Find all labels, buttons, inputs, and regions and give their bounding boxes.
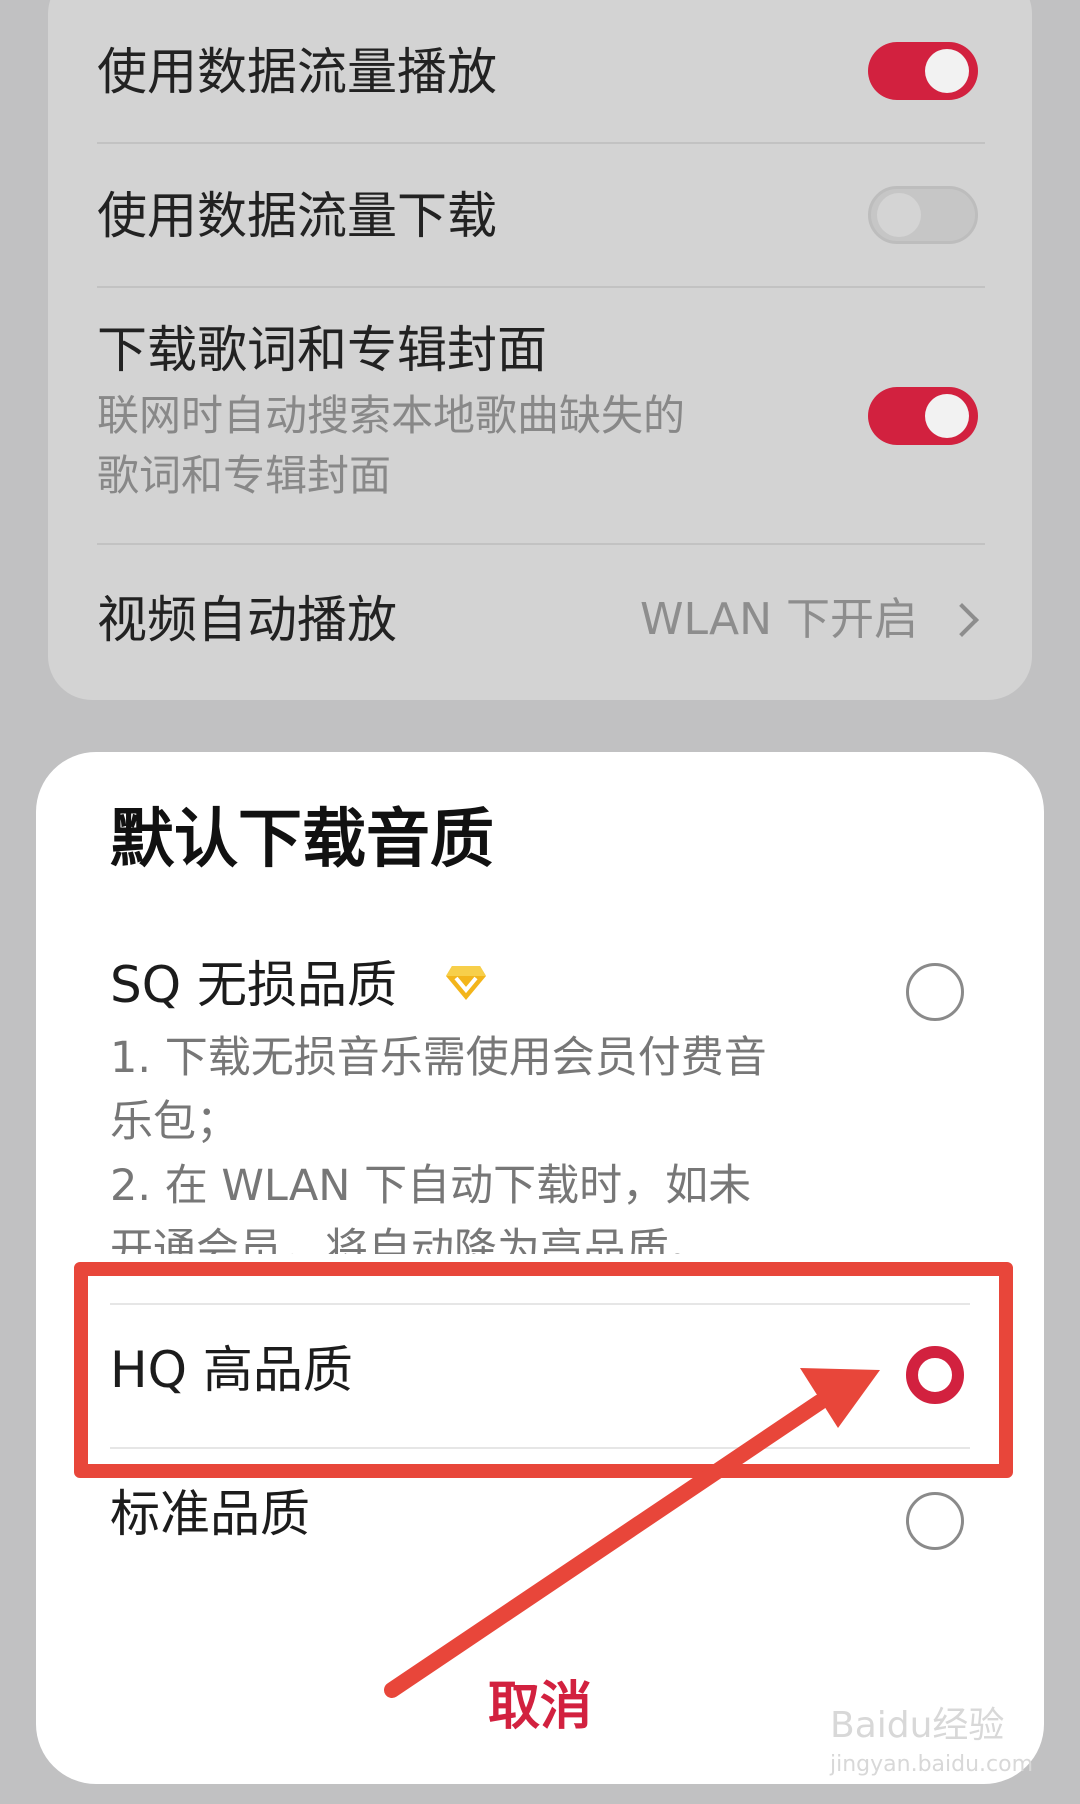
video-autoplay-value: WLAN 下开启 <box>640 594 919 645</box>
cancel-button[interactable]: 取消 <box>440 1672 640 1742</box>
setting-row-mobile-download[interactable]: 使用数据流量下载 <box>97 186 985 246</box>
setting-desc: 联网时自动搜索本地歌曲缺失的 <box>97 391 686 440</box>
watermark-url: jingyan.baidu.com <box>830 1752 1034 1777</box>
toggle-knob <box>925 394 969 438</box>
toggle-knob <box>877 193 921 237</box>
toggle-knob <box>925 49 969 93</box>
option-sq-radio[interactable] <box>906 963 964 1021</box>
setting-row-lyrics-cover[interactable]: 下载歌词和专辑封面 联网时自动搜索本地歌曲缺失的 歌词和专辑封面 <box>97 320 985 506</box>
lyrics-cover-toggle[interactable] <box>868 387 978 445</box>
setting-title: 使用数据流量下载 <box>97 187 497 245</box>
mobile-data-download-toggle[interactable] <box>868 186 978 244</box>
divider <box>97 543 985 545</box>
dialog-title: 默认下载音质 <box>110 803 494 877</box>
option-sq-desc: 1. 下载无损音乐需使用会员付费音 乐包； 2. 在 WLAN 下自动下载时，如… <box>110 1026 850 1254</box>
option-sq-title[interactable]: SQ 无损品质 <box>110 955 397 1015</box>
mobile-data-play-toggle[interactable] <box>868 42 978 100</box>
desc-line: 1. 下载无损音乐需使用会员付费音 <box>110 1033 767 1083</box>
divider <box>97 142 985 144</box>
watermark-logo: Baidu经验 <box>830 1705 1005 1746</box>
setting-title: 下载歌词和专辑封面 <box>97 321 547 379</box>
setting-desc: 歌词和专辑封面 <box>97 451 392 500</box>
desc-line: 乐包； <box>110 1097 239 1147</box>
option-standard-radio[interactable] <box>906 1492 964 1550</box>
setting-row-mobile-play[interactable]: 使用数据流量播放 <box>97 42 985 102</box>
divider <box>97 286 985 288</box>
option-standard-title[interactable]: 标准品质 <box>110 1484 310 1544</box>
desc-line: 2. 在 WLAN 下自动下载时，如未 <box>110 1161 752 1211</box>
annotation-highlight-box <box>74 1262 1013 1478</box>
setting-title: 使用数据流量播放 <box>97 43 497 101</box>
desc-line: 开通会员，将自动降为高品质。 <box>110 1225 712 1254</box>
diamond-vip-icon <box>446 966 486 1000</box>
